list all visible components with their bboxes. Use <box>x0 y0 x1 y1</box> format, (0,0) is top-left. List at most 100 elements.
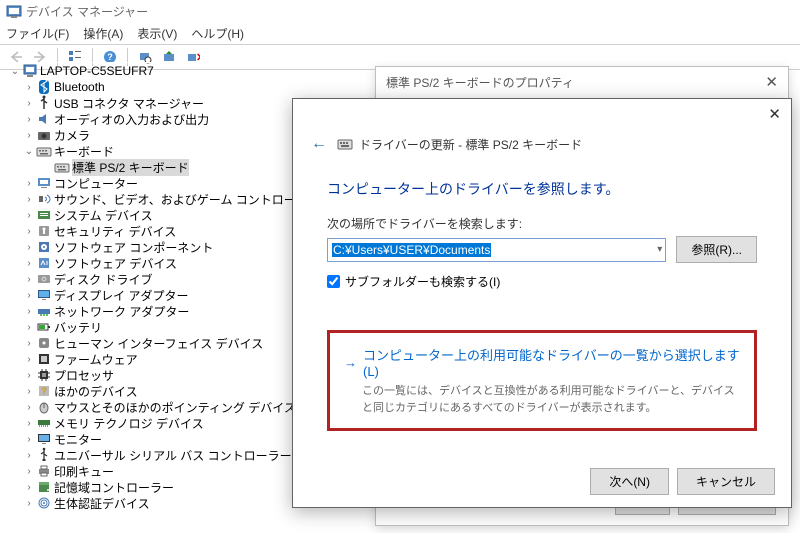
tree-device-label: 標準 PS/2 キーボード <box>72 159 189 176</box>
pick-description: この一覧には、デバイスと互換性がある利用可能なドライバーと、デバイスと同じカテゴ… <box>344 383 740 416</box>
hid-icon <box>36 335 52 351</box>
tree-category-label: ネットワーク アダプター <box>54 303 189 320</box>
tree-category-label: ディスプレイ アダプター <box>54 287 189 304</box>
expand-icon[interactable]: › <box>22 354 36 365</box>
tree-category-label: ディスク ドライブ <box>54 271 153 288</box>
tree-category-label: 記憶域コントローラー <box>54 479 174 496</box>
firmware-icon <box>36 351 52 367</box>
pick-from-list-option[interactable]: → コンピューター上の利用可能なドライバーの一覧から選択します(L) この一覧に… <box>327 330 757 431</box>
dialog-title: ドライバーの更新 - 標準 PS/2 キーボード <box>359 136 582 153</box>
update-driver-dialog: ✕ ← ドライバーの更新 - 標準 PS/2 キーボード コンピューター上のドラ… <box>292 98 792 508</box>
network-icon <box>36 303 52 319</box>
properties-title: 標準 PS/2 キーボードのプロパティ <box>386 74 574 91</box>
expand-icon[interactable]: › <box>22 210 36 221</box>
expand-icon[interactable]: › <box>22 242 36 253</box>
expand-icon[interactable]: › <box>22 306 36 317</box>
computer-icon <box>22 63 38 79</box>
menu-help[interactable]: ヘルプ(H) <box>191 25 244 42</box>
expand-icon[interactable]: › <box>22 466 36 477</box>
expand-icon[interactable]: › <box>22 290 36 301</box>
tree-category-label: ソフトウェア コンポーネント <box>54 239 213 256</box>
menu-action[interactable]: 操作(A) <box>83 25 123 42</box>
expand-icon[interactable]: › <box>22 274 36 285</box>
tree-category-label: オーディオの入力および出力 <box>54 111 209 128</box>
tree-category-label: サウンド、ビデオ、およびゲーム コントローラー <box>54 191 320 208</box>
expand-icon[interactable]: › <box>22 434 36 445</box>
tree-category-label: ソフトウェア デバイス <box>54 255 177 272</box>
expand-icon[interactable]: › <box>22 322 36 333</box>
back-arrow-icon[interactable]: ← <box>311 135 327 153</box>
expand-icon[interactable]: › <box>22 450 36 461</box>
expand-icon[interactable]: › <box>22 114 36 125</box>
expand-icon[interactable]: › <box>22 498 36 509</box>
include-subfolders-checkbox[interactable]: サブフォルダーも検索する(I) <box>327 273 757 290</box>
sound-icon <box>36 191 52 207</box>
tree-category-label: Bluetooth <box>54 80 105 94</box>
expand-icon[interactable]: › <box>22 98 36 109</box>
menu-bar: ファイル(F) 操作(A) 表示(V) ヘルプ(H) <box>0 23 800 45</box>
driver-path-value: C:¥Users¥USER¥Documents <box>332 243 491 257</box>
printer-icon <box>36 463 52 479</box>
camera-icon <box>36 127 52 143</box>
expand-icon[interactable]: › <box>22 178 36 189</box>
expand-icon[interactable]: › <box>22 226 36 237</box>
tree-category-label: メモリ テクノロジ デバイス <box>54 415 204 432</box>
tree-category-label: USB コネクタ マネージャー <box>54 95 204 112</box>
tree-category-label: ファームウェア <box>54 351 138 368</box>
expand-icon[interactable]: › <box>22 418 36 429</box>
security-icon <box>36 223 52 239</box>
tree-category-label: バッテリ <box>54 319 102 336</box>
audio-icon <box>36 111 52 127</box>
expand-icon[interactable]: › <box>22 82 36 93</box>
search-location-label: 次の場所でドライバーを検索します: <box>327 215 757 232</box>
cancel-button[interactable]: キャンセル <box>677 468 775 495</box>
close-icon[interactable]: ✕ <box>768 105 781 123</box>
keyboard-icon <box>54 159 70 175</box>
expand-icon[interactable]: › <box>22 194 36 205</box>
svg-text:?: ? <box>107 52 113 62</box>
biometric-icon <box>36 495 52 511</box>
tree-category-label: 印刷キュー <box>54 463 114 480</box>
bluetooth-icon <box>36 79 52 95</box>
cpu-icon <box>36 367 52 383</box>
tree-category-label: 生体認証デバイス <box>54 495 150 512</box>
component-icon <box>36 239 52 255</box>
tree-category-label: モニター <box>54 431 102 448</box>
tree-category-label: ヒューマン インターフェイス デバイス <box>54 335 263 352</box>
softdev-icon <box>36 255 52 271</box>
app-icon <box>6 4 22 20</box>
tree-root-node[interactable]: ⌄ LAPTOP-C5SEUFR7 <box>0 63 350 79</box>
expand-icon[interactable]: › <box>22 130 36 141</box>
tree-category-label: ほかのデバイス <box>54 383 138 400</box>
subfolder-checkbox-input[interactable] <box>327 275 340 288</box>
tree-category-label: キーボード <box>54 143 114 160</box>
expand-icon[interactable]: › <box>22 258 36 269</box>
expand-icon[interactable]: › <box>22 386 36 397</box>
storage-icon <box>36 479 52 495</box>
tree-category-label: プロセッサ <box>54 367 114 384</box>
expand-icon[interactable]: › <box>22 402 36 413</box>
svg-text:?: ? <box>41 386 47 396</box>
pick-link-label: コンピューター上の利用可能なドライバーの一覧から選択します(L) <box>363 345 740 379</box>
arrow-right-icon: → <box>344 355 357 370</box>
driver-path-input[interactable]: C:¥Users¥USER¥Documents ▾ <box>327 238 666 262</box>
disk-icon <box>36 271 52 287</box>
browse-button[interactable]: 参照(R)... <box>676 236 757 263</box>
tree-root-label: LAPTOP-C5SEUFR7 <box>40 64 154 78</box>
next-button[interactable]: 次へ(N) <box>590 468 669 495</box>
tree-category-label: コンピューター <box>54 175 138 192</box>
close-icon[interactable]: ✕ <box>765 73 778 91</box>
expand-icon[interactable]: › <box>22 482 36 493</box>
collapse-icon[interactable]: ⌄ <box>8 66 22 77</box>
title-bar: デバイス マネージャー <box>0 0 800 23</box>
expand-icon[interactable]: › <box>22 370 36 381</box>
menu-file[interactable]: ファイル(F) <box>6 25 69 42</box>
tree-category-label: カメラ <box>54 127 90 144</box>
expand-icon[interactable]: › <box>22 338 36 349</box>
menu-view[interactable]: 表示(V) <box>137 25 177 42</box>
memory-icon <box>36 415 52 431</box>
expand-icon[interactable]: ⌄ <box>22 146 36 157</box>
dropdown-icon[interactable]: ▾ <box>657 244 662 255</box>
tree-category-node[interactable]: › Bluetooth <box>0 79 350 95</box>
display-icon <box>36 287 52 303</box>
